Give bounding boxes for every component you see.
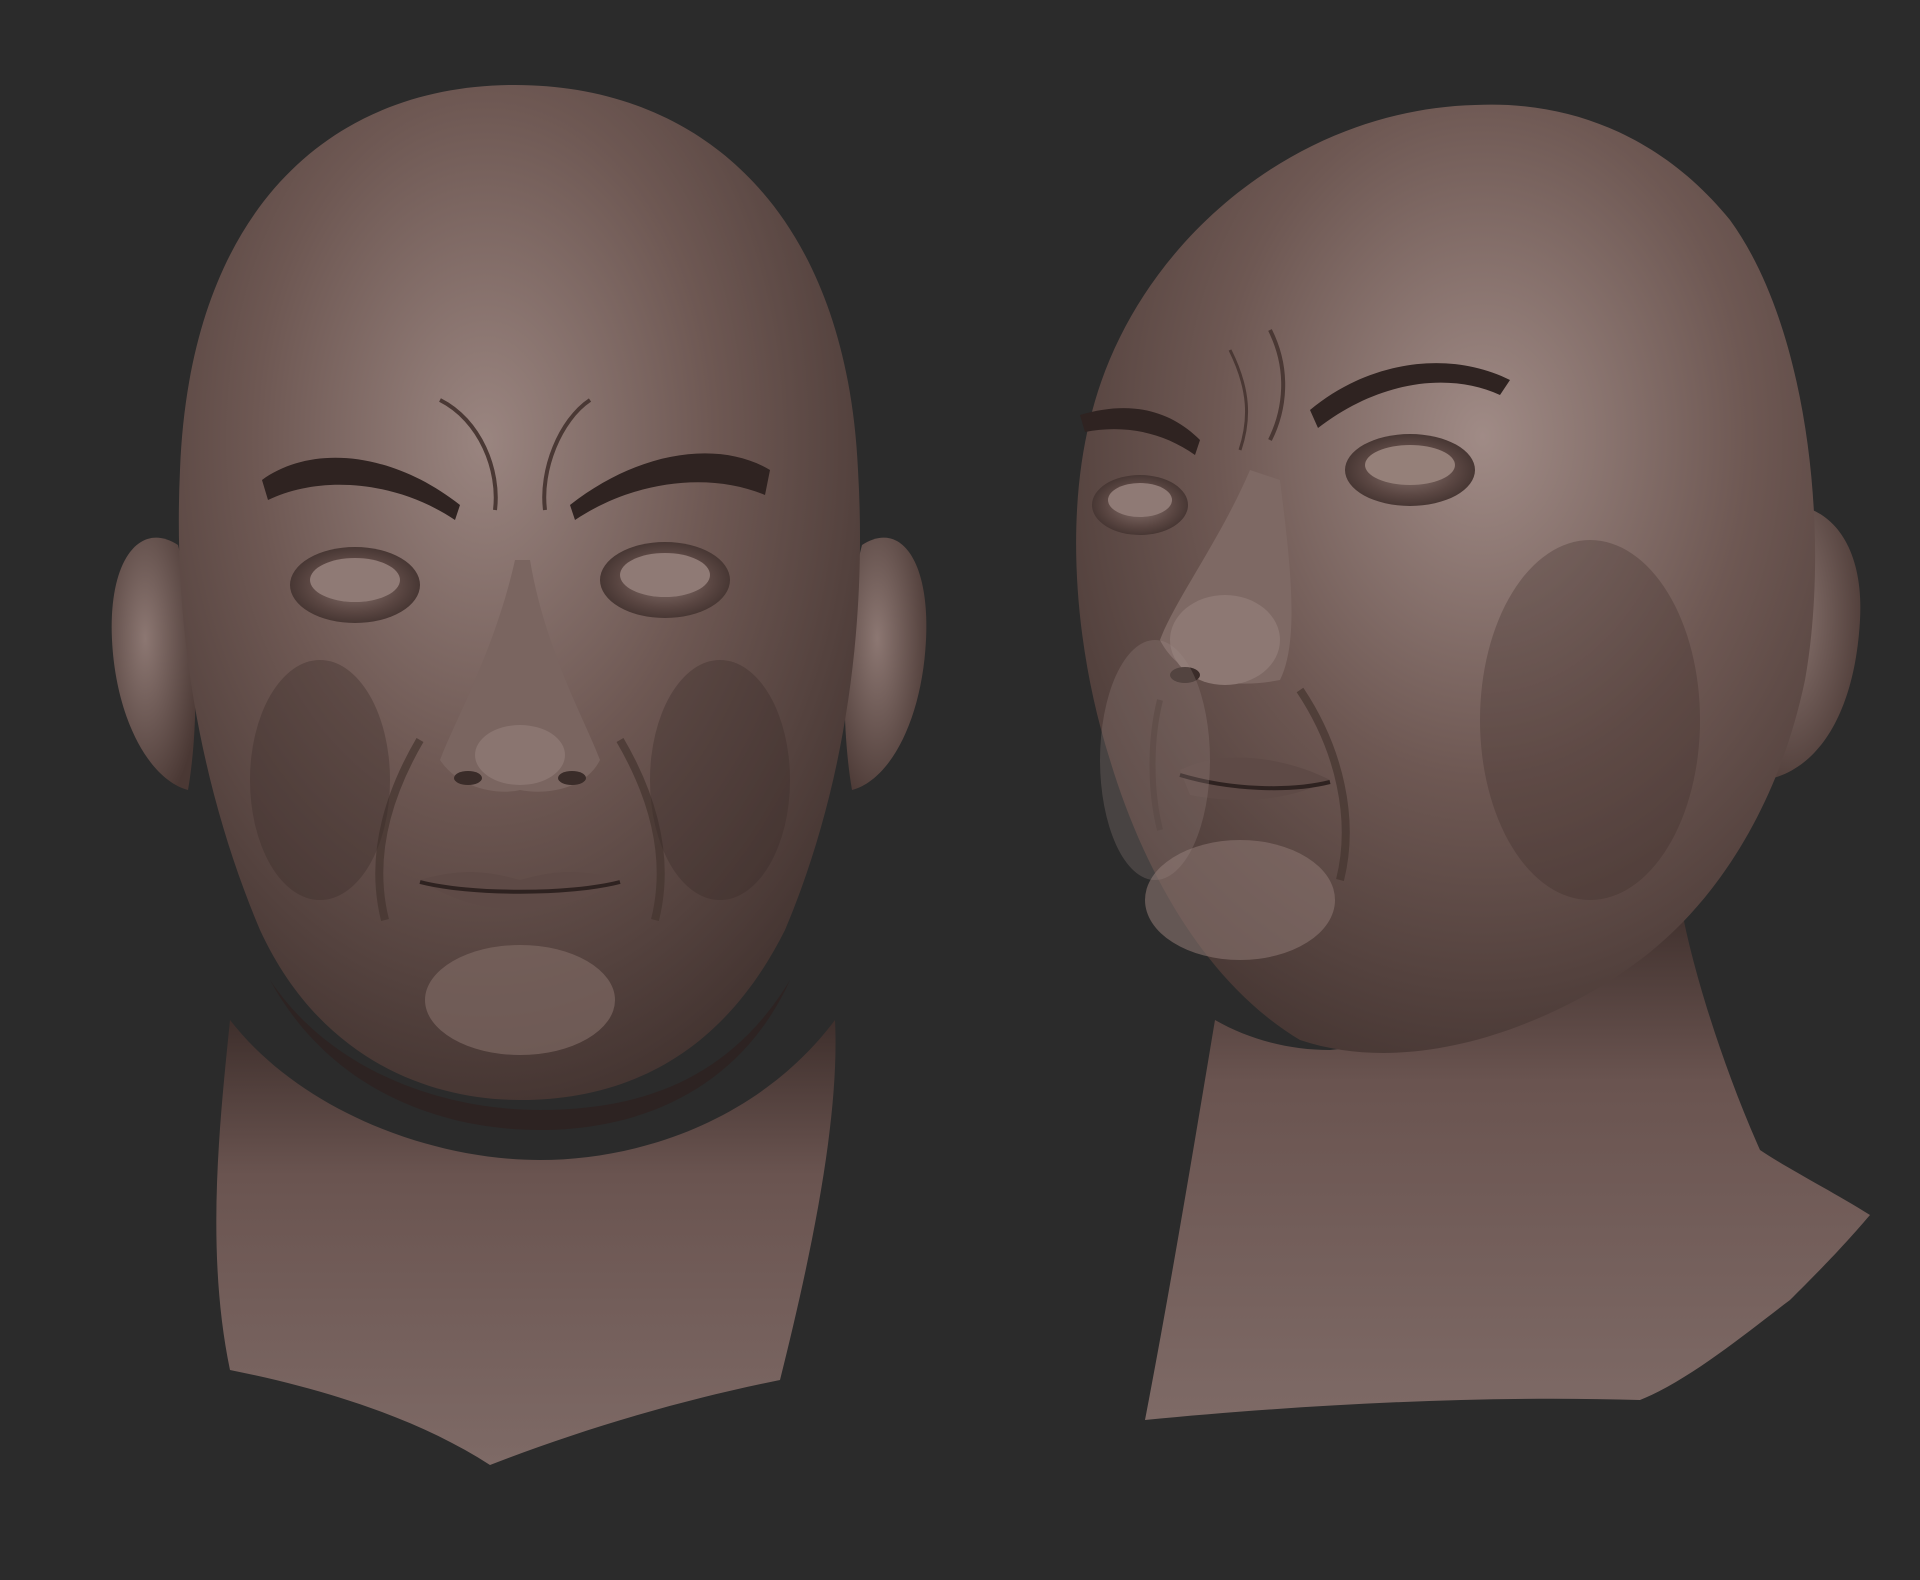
render-viewport	[0, 0, 1920, 1580]
sculpt-render-canvas	[111, 85, 1870, 1465]
sculpt-head-three-quarter-view	[1076, 104, 1870, 1420]
sculpt-head-front-view	[111, 85, 927, 1465]
